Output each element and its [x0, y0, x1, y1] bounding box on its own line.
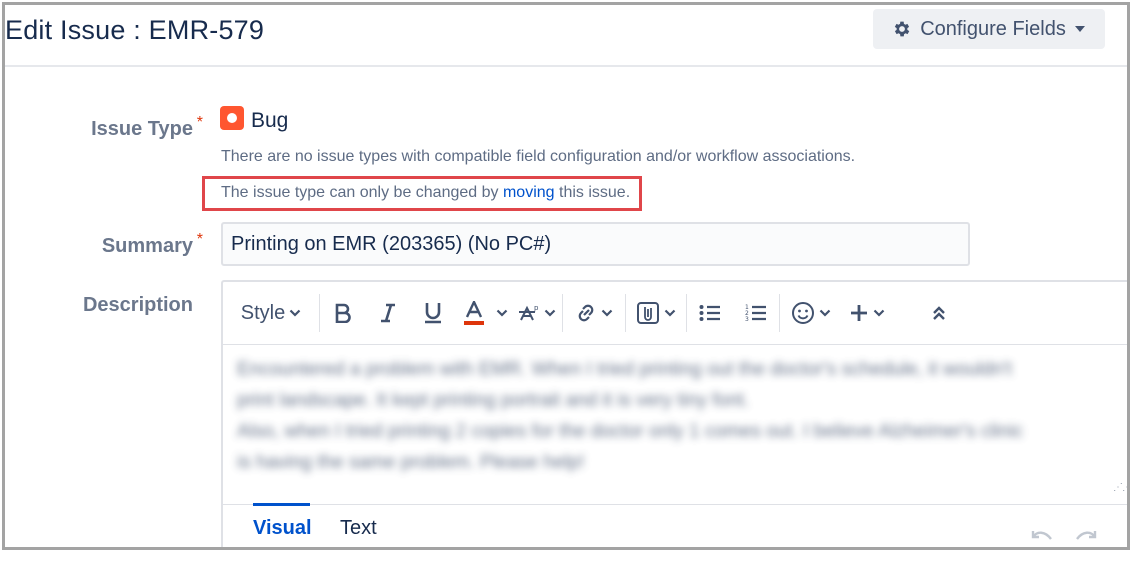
- caret-down-icon: [1074, 25, 1086, 33]
- description-label: Description: [82, 294, 193, 316]
- chevron-down-icon: [289, 309, 301, 317]
- configure-fields-label: Configure Fields: [920, 17, 1066, 40]
- chevron-down-icon: [496, 309, 508, 317]
- insert-more-button[interactable]: [842, 303, 892, 323]
- bold-button[interactable]: [320, 303, 366, 323]
- summary-input[interactable]: [221, 222, 970, 266]
- content-line: is having the same problem. Please help!: [237, 452, 585, 473]
- emoji-icon: [792, 302, 814, 324]
- description-content[interactable]: Encountered a problem with EMR. When I t…: [237, 354, 1117, 478]
- redo-icon[interactable]: [1075, 529, 1097, 547]
- summary-label: Summary *: [101, 231, 203, 257]
- content-line: Also, when I tried printing 2 copies for…: [237, 421, 1024, 442]
- configure-fields-button[interactable]: Configure Fields: [873, 9, 1105, 49]
- bold-icon: [335, 303, 351, 323]
- dialog-header: Edit Issue : EMR-579 Configure Fields: [5, 5, 1127, 67]
- active-tab-indicator: [253, 503, 310, 506]
- numbered-list-button[interactable]: 123: [733, 303, 779, 323]
- issue-type-value: Bug: [251, 109, 289, 132]
- link-button[interactable]: [563, 302, 625, 324]
- collapse-toolbar-button[interactable]: [892, 305, 986, 321]
- chevron-down-icon: [601, 309, 613, 317]
- attachment-icon: [637, 302, 659, 324]
- bug-icon: [220, 106, 244, 130]
- emoji-button[interactable]: [780, 301, 842, 325]
- page-title: Edit Issue : EMR-579: [5, 15, 265, 45]
- editor-toolbar: Style p 1 2 3: [223, 282, 1127, 345]
- numbered-list-icon: 123: [745, 304, 766, 323]
- plus-icon: [851, 305, 867, 321]
- chevron-down-icon: [544, 309, 555, 317]
- resize-handle[interactable]: ⋰⋰: [1113, 482, 1127, 493]
- editor-mode-tabs: Visual Text: [223, 503, 1127, 547]
- issue-type-move-note: The issue type can only be changed by mo…: [221, 184, 631, 201]
- moving-link[interactable]: moving: [503, 184, 555, 201]
- italic-button[interactable]: [366, 303, 410, 323]
- text-color-button[interactable]: [456, 301, 492, 325]
- edit-issue-dialog: Edit Issue : EMR-579 Configure Fields Is…: [2, 2, 1130, 550]
- link-icon: [578, 304, 594, 322]
- style-dropdown[interactable]: Style: [223, 302, 319, 325]
- svg-text:3: 3: [745, 316, 749, 323]
- issue-type-label: Issue Type *: [91, 114, 203, 140]
- bullet-list-icon: [699, 305, 720, 321]
- required-marker: *: [196, 114, 203, 131]
- bullet-list-button[interactable]: [687, 304, 733, 322]
- issue-type-note: There are no issue types with compatible…: [221, 148, 856, 165]
- italic-icon: [381, 303, 395, 323]
- chevron-down-icon: [873, 309, 885, 317]
- undo-icon[interactable]: [1031, 529, 1053, 547]
- clear-formatting-icon: p: [518, 304, 539, 321]
- gear-icon: [892, 19, 912, 39]
- svg-text:p: p: [534, 304, 539, 312]
- text-color-icon: [464, 301, 484, 325]
- underline-icon: [425, 303, 441, 324]
- chevron-down-icon: [819, 309, 831, 317]
- underline-button[interactable]: [410, 302, 456, 324]
- content-line: Encountered a problem with EMR. When I t…: [237, 359, 1013, 380]
- attachment-button[interactable]: [626, 301, 686, 325]
- chevron-down-icon: [664, 309, 676, 317]
- text-color-dropdown[interactable]: [492, 309, 512, 317]
- more-formatting-button[interactable]: p: [512, 303, 562, 323]
- tab-visual[interactable]: Visual: [253, 517, 312, 540]
- content-line: print landscape. It kept printing portra…: [237, 390, 750, 411]
- required-marker: *: [196, 231, 203, 248]
- double-chevron-up-icon: [933, 306, 945, 320]
- description-editor[interactable]: Style p 1 2 3 Encountered a problem with…: [221, 280, 1127, 547]
- tab-text[interactable]: Text: [340, 517, 377, 540]
